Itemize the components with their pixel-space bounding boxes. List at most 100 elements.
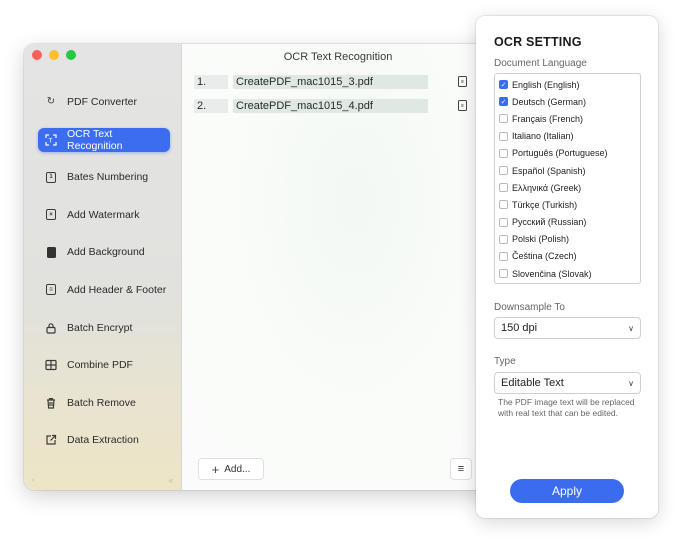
sidebar-item-combine-pdf[interactable]: Combine PDF xyxy=(38,353,170,377)
apply-button[interactable]: Apply xyxy=(510,479,624,503)
sidebar-item-label: PDF Converter xyxy=(67,96,138,108)
svg-text:T: T xyxy=(48,137,53,144)
downsample-select[interactable]: 150 dpi ∨ xyxy=(494,317,641,339)
language-label: Français (French) xyxy=(512,113,584,124)
type-description: The PDF image text will be replaced with… xyxy=(498,397,635,418)
sidebar-item-bates-numbering[interactable]: 1 Bates Numbering xyxy=(38,165,170,189)
sidebar-item-label: OCR Text Recognition xyxy=(67,127,123,152)
sidebar-item-add-watermark[interactable]: × Add Watermark xyxy=(38,203,170,227)
extract-icon xyxy=(45,434,57,446)
trash-icon xyxy=(45,397,57,409)
language-option[interactable]: Čeština (Czech) xyxy=(495,248,640,265)
sidebar-item-add-header-footer[interactable]: ≡ Add Header & Footer xyxy=(38,278,170,302)
language-label: Português (Portuguese) xyxy=(512,148,608,159)
checkbox[interactable] xyxy=(499,148,508,158)
combine-icon xyxy=(45,359,57,371)
sidebar-item-label: Bates Numbering xyxy=(67,171,149,184)
checkbox[interactable] xyxy=(499,183,508,193)
ocr-settings-panel: OCR SETTING Document Language ✓ English (… xyxy=(476,16,658,518)
downsample-label: Downsample To xyxy=(494,302,565,313)
bates-icon: 1 xyxy=(45,171,57,183)
language-option[interactable]: ✓ Deutsch (German) xyxy=(495,93,640,110)
sidebar-item-batch-remove[interactable]: Batch Remove xyxy=(38,391,170,415)
language-option[interactable]: Ελληνικά (Greek) xyxy=(495,179,640,196)
language-label: Русский (Russian) xyxy=(512,217,587,228)
language-label: Deutsch (German) xyxy=(512,96,587,107)
collapse-sidebar-icon[interactable]: « xyxy=(169,476,173,485)
sidebar: ↻ PDF Converter T OCR Text Recognition 1… xyxy=(24,44,182,490)
type-value: Editable Text xyxy=(501,377,564,389)
language-label: Italiano (Italian) xyxy=(512,131,574,142)
sidebar-item-data-extraction[interactable]: Data Extraction xyxy=(38,428,170,452)
language-label: English (English) xyxy=(512,79,580,90)
file-row[interactable]: 1. CreatePDF_mac1015_3.pdf xyxy=(194,75,428,89)
app-window: ↻ PDF Converter T OCR Text Recognition 1… xyxy=(24,44,494,490)
checkbox[interactable] xyxy=(499,251,508,261)
file-name: CreatePDF_mac1015_4.pdf xyxy=(233,99,428,113)
window-controls xyxy=(32,50,76,60)
language-option[interactable]: Español (Spanish) xyxy=(495,162,640,179)
convert-icon: ↻ xyxy=(46,96,56,107)
checkbox[interactable] xyxy=(499,217,508,227)
sidebar-item-add-background[interactable]: Add Background xyxy=(38,240,170,264)
file-settings-icon[interactable]: ≡ xyxy=(458,76,467,87)
language-option[interactable]: Français (French) xyxy=(495,110,640,127)
downsample-value: 150 dpi xyxy=(501,322,538,334)
minimize-window-button[interactable] xyxy=(49,50,59,60)
language-option[interactable]: Italiano (Italian) xyxy=(495,128,640,145)
menu-button[interactable]: ≡ xyxy=(450,458,472,480)
close-window-button[interactable] xyxy=(32,50,42,60)
checkbox[interactable] xyxy=(499,234,508,244)
lock-icon xyxy=(45,322,57,334)
scan-icon: T xyxy=(45,133,57,146)
header-footer-icon: ≡ xyxy=(45,284,57,296)
sidebar-item-batch-encrypt[interactable]: Batch Encrypt xyxy=(38,316,170,340)
add-files-label: Add... xyxy=(224,463,251,475)
sidebar-item-pdf-converter[interactable]: ↻ PDF Converter xyxy=(38,90,170,114)
sidebar-nav: ↻ PDF Converter T OCR Text Recognition 1… xyxy=(38,90,170,466)
sidebar-item-label: Add Watermark xyxy=(67,208,140,221)
language-option[interactable]: ✓ English (English) xyxy=(495,76,640,93)
language-label: Ελληνικά (Greek) xyxy=(512,182,582,193)
chevron-down-icon: ∨ xyxy=(628,323,634,333)
language-option[interactable]: Slovenčina (Slovak) xyxy=(495,265,640,282)
background-icon xyxy=(45,246,57,258)
language-option[interactable]: Português (Portuguese) xyxy=(495,145,640,162)
type-label: Type xyxy=(494,356,516,367)
checkbox-checked[interactable]: ✓ xyxy=(499,97,508,107)
language-label: Türkçe (Turkish) xyxy=(512,199,578,210)
document-language-label: Document Language xyxy=(494,58,587,69)
menu-icon: ≡ xyxy=(457,463,465,475)
file-number: 1. xyxy=(194,75,228,89)
language-option[interactable]: Polski (Polish) xyxy=(495,231,640,248)
window-title: OCR Text Recognition xyxy=(283,51,393,63)
file-row[interactable]: 2. CreatePDF_mac1015_4.pdf xyxy=(194,99,428,113)
checkbox[interactable] xyxy=(499,131,508,141)
language-label: Slovenčina (Slovak) xyxy=(512,268,592,279)
language-list: ✓ English (English) ✓ Deutsch (German) Franç… xyxy=(494,73,641,284)
checkbox[interactable] xyxy=(499,114,508,124)
sidebar-item-label: Combine PDF xyxy=(67,359,133,372)
language-label: Español (Spanish) xyxy=(512,165,586,176)
sidebar-back-icon[interactable]: ‹ xyxy=(32,477,34,484)
file-name: CreatePDF_mac1015_3.pdf xyxy=(233,75,428,89)
language-option[interactable]: Русский (Russian) xyxy=(495,214,640,231)
checkbox[interactable] xyxy=(499,269,508,279)
checkbox[interactable] xyxy=(499,200,508,210)
add-files-button[interactable]: + Add... xyxy=(198,458,264,480)
language-option[interactable]: Türkçe (Turkish) xyxy=(495,196,640,213)
sidebar-item-ocr-text-recognition[interactable]: T OCR Text Recognition xyxy=(38,127,170,152)
sidebar-item-label: Add Background xyxy=(67,246,145,259)
sidebar-item-label: Batch Encrypt xyxy=(67,321,133,334)
sidebar-item-label: Data Extraction xyxy=(67,434,139,447)
chevron-down-icon: ∨ xyxy=(628,378,634,388)
checkbox[interactable] xyxy=(499,166,508,176)
file-settings-icon[interactable]: ≡ xyxy=(458,100,467,111)
panel-title: OCR SETTING xyxy=(494,35,582,49)
sidebar-item-label: Batch Remove xyxy=(67,396,136,409)
file-number: 2. xyxy=(194,99,228,113)
zoom-window-button[interactable] xyxy=(66,50,76,60)
checkbox-checked[interactable]: ✓ xyxy=(499,80,508,90)
watermark-icon: × xyxy=(45,209,57,221)
type-select[interactable]: Editable Text ∨ xyxy=(494,372,641,394)
